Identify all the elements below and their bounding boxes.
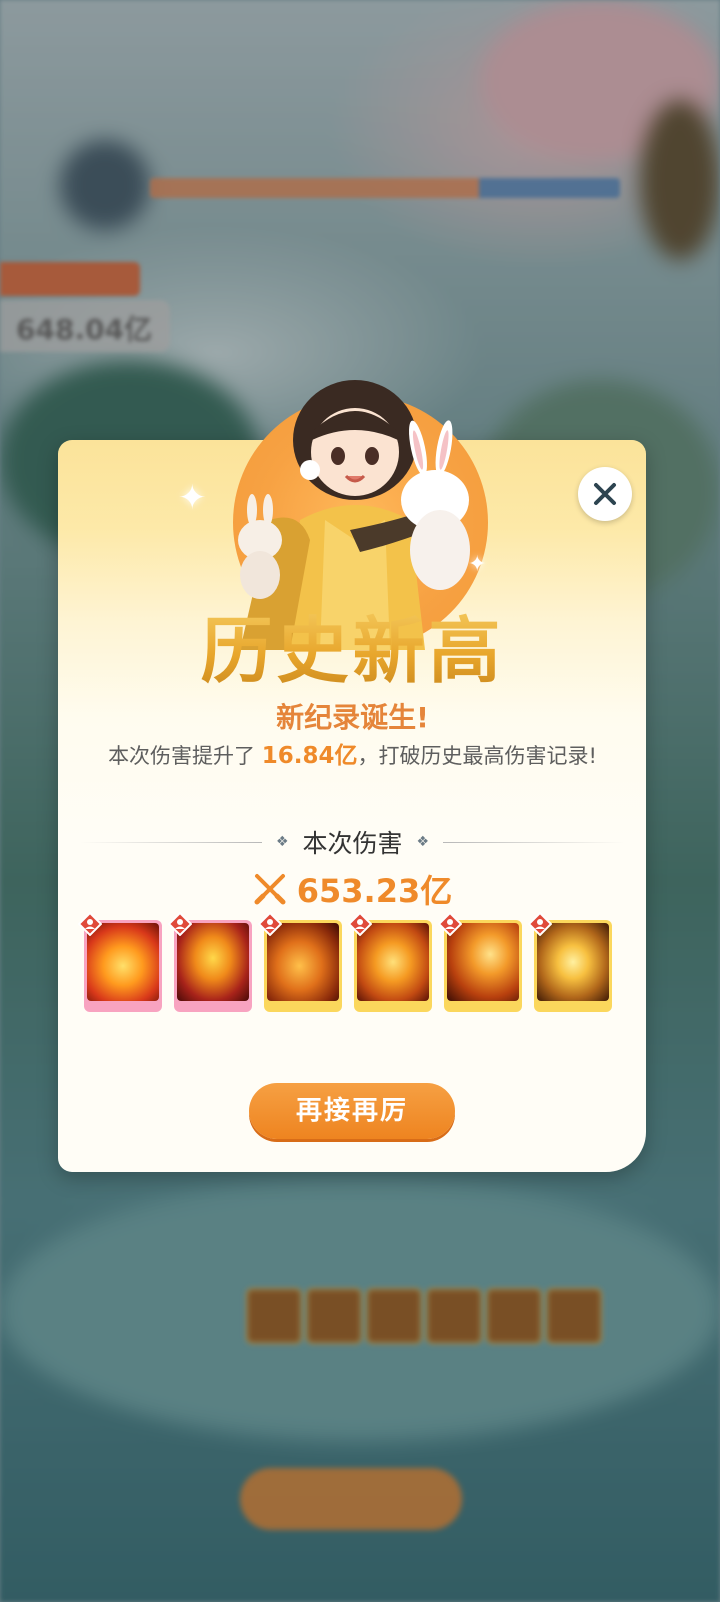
diamond-icon: ❖ xyxy=(416,834,430,850)
damage-value: 653.23亿 xyxy=(296,872,453,910)
sparkle-icon: ✦ xyxy=(468,552,487,577)
rank-badge-icon xyxy=(528,912,552,936)
close-icon xyxy=(594,483,616,505)
dialog-description: 本次伤害提升了 16.84亿，打破历史最高伤害记录! xyxy=(0,736,705,770)
divider-line xyxy=(80,841,262,843)
rank-badge-icon xyxy=(78,912,102,936)
skill-icon-lotus-fire[interactable] xyxy=(78,912,162,1012)
dialog-subtitle: 新纪录诞生! xyxy=(276,701,429,734)
rank-badge-icon xyxy=(438,912,462,936)
damage-increase-value: 16.84亿 xyxy=(261,743,358,769)
section-title: 本次伤害 xyxy=(302,829,403,858)
section-divider: ❖ 本次伤害 ❖ xyxy=(80,822,626,862)
skill-list xyxy=(78,912,612,1012)
skill-icon-golden-lotus[interactable] xyxy=(528,912,612,1012)
crossed-swords-icon xyxy=(254,874,286,905)
description-suffix: ，打破历史最高伤害记录! xyxy=(357,744,597,768)
rank-badge-icon xyxy=(258,912,282,936)
skill-icon-phoenix[interactable] xyxy=(168,912,252,1012)
rank-badge-icon xyxy=(348,912,372,936)
dialog-headline: 历史新高 xyxy=(0,592,705,697)
try-again-button[interactable]: 再接再厉 xyxy=(249,1083,455,1139)
rank-badge-icon xyxy=(168,912,192,936)
skill-icon-fire-sweep[interactable] xyxy=(438,912,522,1012)
damage-row: 653.23亿 xyxy=(0,866,705,912)
description-prefix: 本次伤害提升了 xyxy=(108,744,262,768)
skill-icon-flame-spirit[interactable] xyxy=(258,912,342,1012)
sparkle-icon: ✦ xyxy=(178,478,207,518)
skill-icon-buddha[interactable] xyxy=(348,912,432,1012)
diamond-icon: ❖ xyxy=(275,834,289,850)
close-button[interactable] xyxy=(578,467,632,521)
divider-line xyxy=(443,841,626,843)
